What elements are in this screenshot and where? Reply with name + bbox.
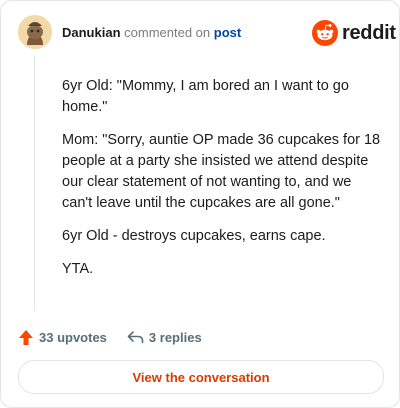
view-conversation-label: View the conversation (132, 369, 270, 385)
comment-body: 6yr Old: "Mommy, I am bored an I want to… (62, 76, 382, 292)
comment-paragraph: 6yr Old - destroys cupcakes, earns cape. (62, 228, 326, 244)
snoo-avatar-icon (18, 15, 52, 49)
upvotes-button[interactable]: 33 upvotes (18, 329, 107, 346)
view-conversation-button[interactable]: View the conversation (18, 360, 384, 394)
upvotes-count: 33 upvotes (39, 329, 107, 345)
comment-card: Danukian commented on post reddit 6yr Ol… (0, 0, 400, 408)
username[interactable]: Danukian (62, 25, 121, 40)
comment-paragraph: YTA. (62, 261, 94, 277)
post-link[interactable]: post (214, 25, 241, 40)
replies-count: 3 replies (148, 329, 202, 345)
upvote-arrow-icon (19, 329, 33, 345)
reddit-logo[interactable]: reddit (312, 19, 396, 47)
reddit-wordmark: reddit (342, 21, 396, 44)
thread-line (34, 55, 35, 311)
comment-actions: 33 upvotes 3 replies (18, 327, 202, 347)
commented-on-text: commented on (124, 25, 211, 40)
comment-paragraph: 6yr Old: "Mommy, I am bored an I want to… (62, 78, 349, 115)
user-avatar[interactable] (18, 15, 52, 49)
comment-paragraph: Mom: "Sorry, auntie OP made 36 cupcakes … (62, 132, 381, 211)
replies-button[interactable]: 3 replies (127, 330, 202, 345)
comment-header: Danukian commented on post (62, 25, 241, 41)
reddit-alien-icon (312, 20, 338, 46)
reply-arrow-icon (127, 331, 144, 344)
